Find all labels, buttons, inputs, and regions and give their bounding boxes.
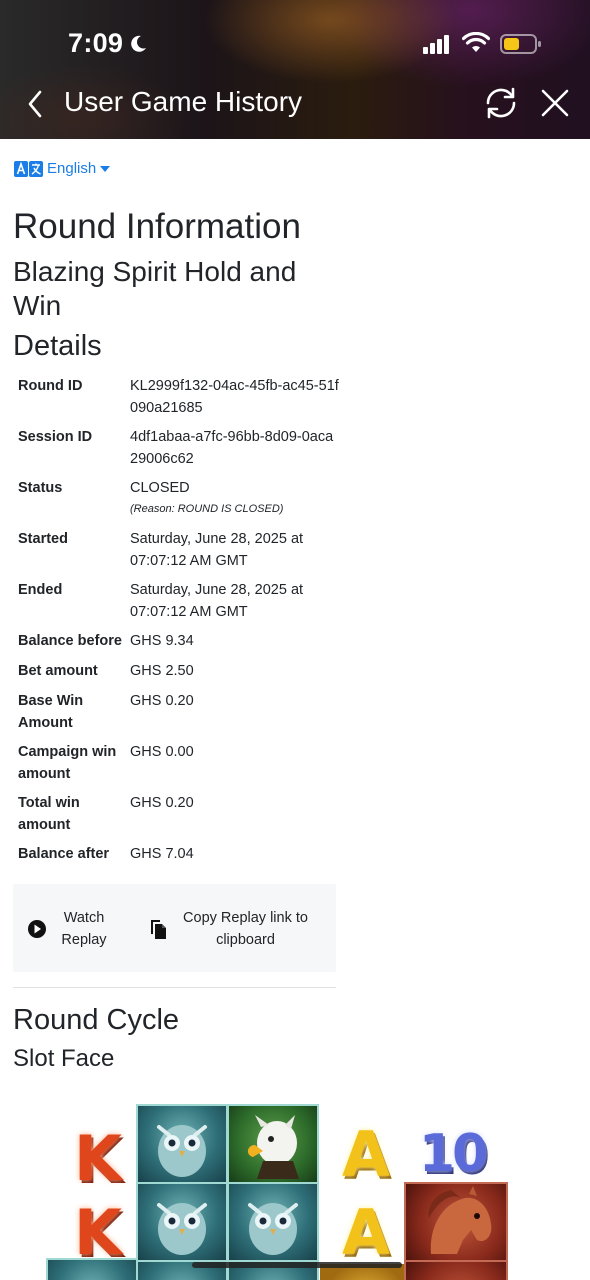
copy-replay-link-button[interactable]: Copy Replay link to clipboard xyxy=(133,884,333,972)
copy-replay-label: Copy Replay link to clipboard xyxy=(183,910,308,948)
close-icon[interactable] xyxy=(540,88,570,118)
copy-icon xyxy=(151,920,166,939)
detail-value: KL2999f132-04ac-45fb-ac45-51f090a21685 xyxy=(130,378,339,416)
slot-symbol-k: K xyxy=(73,1121,123,1195)
section-divider xyxy=(13,987,336,988)
caret-down-icon xyxy=(100,165,111,172)
battery-icon xyxy=(500,34,541,54)
slot-face-heading: Slot Face xyxy=(13,1045,115,1072)
detail-label: Session ID xyxy=(18,429,93,445)
back-icon[interactable] xyxy=(24,88,48,120)
detail-label: Total win amount xyxy=(18,795,80,833)
app-header: 7:09 User Game History xyxy=(0,0,590,139)
round-information-heading: Round Information xyxy=(13,207,301,246)
detail-value: Saturday, June 28, 2025 at 07:07:12 AM G… xyxy=(130,582,304,620)
detail-value: GHS 2.50 xyxy=(130,663,194,679)
watch-replay-button[interactable]: Watch Replay xyxy=(13,884,128,972)
detail-value: GHS 0.00 xyxy=(130,744,194,760)
owl-icon xyxy=(136,1182,228,1262)
slot-symbol-a: A xyxy=(342,1195,390,1269)
game-name-heading: Blazing Spirit Hold and Win xyxy=(13,256,297,321)
language-label: English xyxy=(47,160,97,177)
detail-value: GHS 0.20 xyxy=(130,693,194,709)
detail-value: Saturday, June 28, 2025 at 07:07:12 AM G… xyxy=(130,531,304,569)
page-title: User Game History xyxy=(64,86,303,117)
status-reason: (Reason: ROUND IS CLOSED) xyxy=(130,502,284,515)
detail-value: GHS 7.04 xyxy=(130,846,194,862)
horse-icon xyxy=(404,1260,508,1280)
detail-label: Started xyxy=(18,531,68,547)
detail-value: 4df1abaa-a7fc-96bb-8d09-0aca29006c62 xyxy=(130,429,334,467)
status-time: 7:09 xyxy=(68,28,124,58)
detail-label: Status xyxy=(18,480,63,496)
home-indicator xyxy=(192,1262,402,1268)
owl-icon xyxy=(136,1104,228,1184)
slot-symbol-a: A xyxy=(342,1117,390,1191)
slot-face-grid: K A 10 K A xyxy=(40,1098,520,1280)
play-circle-icon xyxy=(28,920,46,938)
round-cycle-heading: Round Cycle xyxy=(13,1004,180,1036)
watch-replay-label: Watch Replay xyxy=(61,910,107,948)
wifi-icon xyxy=(462,32,490,52)
owl-icon xyxy=(46,1258,138,1280)
language-selector[interactable]: English xyxy=(14,160,111,177)
translate-icon xyxy=(14,160,43,177)
detail-value: GHS 0.20 xyxy=(130,795,194,811)
detail-label: Campaign win amount xyxy=(18,744,117,782)
status-value: CLOSED xyxy=(130,480,190,496)
detail-label: Bet amount xyxy=(18,663,98,679)
detail-label: Ended xyxy=(18,582,63,598)
eagle-icon xyxy=(227,1104,319,1184)
detail-label: Round ID xyxy=(18,378,83,394)
details-heading: Details xyxy=(13,330,102,362)
moon-icon xyxy=(131,35,146,52)
detail-label: Base Win Amount xyxy=(18,693,84,731)
detail-value-status: CLOSED (Reason: ROUND IS CLOSED) xyxy=(130,478,340,516)
signal-icon xyxy=(423,35,449,54)
horse-icon xyxy=(404,1182,508,1262)
detail-label: Balance after xyxy=(18,846,110,862)
owl-icon xyxy=(227,1182,319,1262)
detail-value: GHS 9.34 xyxy=(130,633,194,649)
replay-actions: Watch Replay Copy Replay link to clipboa… xyxy=(13,884,336,972)
detail-label: Balance before xyxy=(18,633,122,649)
refresh-icon[interactable] xyxy=(482,84,520,122)
